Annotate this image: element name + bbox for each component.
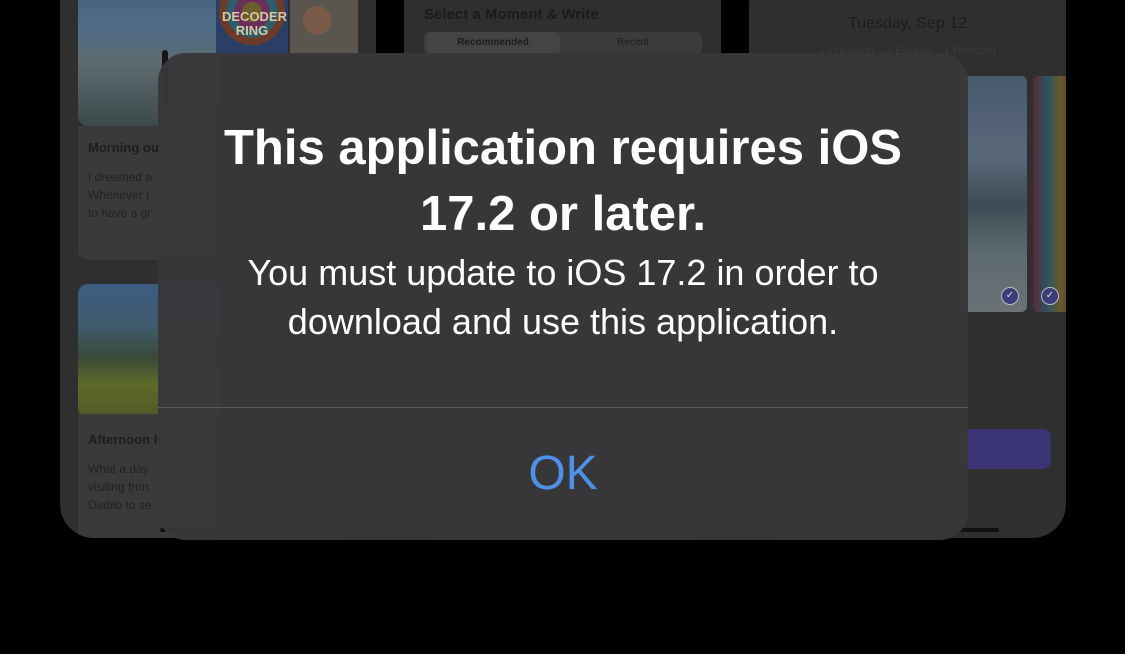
entry-title: Afternoon I xyxy=(88,432,158,447)
entry-title: Morning ou xyxy=(88,140,159,155)
sea-photo xyxy=(959,76,1027,312)
podcast-cover-text: DECODER RING xyxy=(222,9,288,38)
entry-body-line: to have a gr xyxy=(88,206,152,220)
moment-picker-title: Select a Moment & Write xyxy=(424,6,599,23)
ok-button[interactable]: OK xyxy=(158,408,968,540)
entry-body-line: I dreamed a xyxy=(88,170,153,184)
segment-recommended: Recommended xyxy=(426,32,560,54)
alert-title: This application requires iOS 17.2 or la… xyxy=(224,121,902,241)
entry-body-line: Diablo to se xyxy=(88,498,152,512)
segment-recent: Recent xyxy=(617,37,649,48)
entry-body-line: Whenever t xyxy=(88,188,150,202)
entry-body-line: visiting fron xyxy=(88,480,149,494)
shell-photo xyxy=(290,0,358,54)
primary-button-background xyxy=(961,429,1051,469)
moment-date: Tuesday, Sep 12 xyxy=(847,15,968,32)
alert-dialog: This application requires iOS 17.2 or la… xyxy=(158,53,968,540)
podcast-artwork xyxy=(1033,76,1066,312)
checkmark-icon: ✓ xyxy=(1001,287,1019,305)
entry-body-line: What a day xyxy=(88,462,149,476)
checkmark-icon: ✓ xyxy=(1041,287,1059,305)
segmented-control: Recommended Recent xyxy=(424,32,702,54)
entry-date: Tuesday, Sep 1 xyxy=(88,244,151,254)
alert-message: You must update to iOS 17.2 in order to … xyxy=(247,252,879,342)
